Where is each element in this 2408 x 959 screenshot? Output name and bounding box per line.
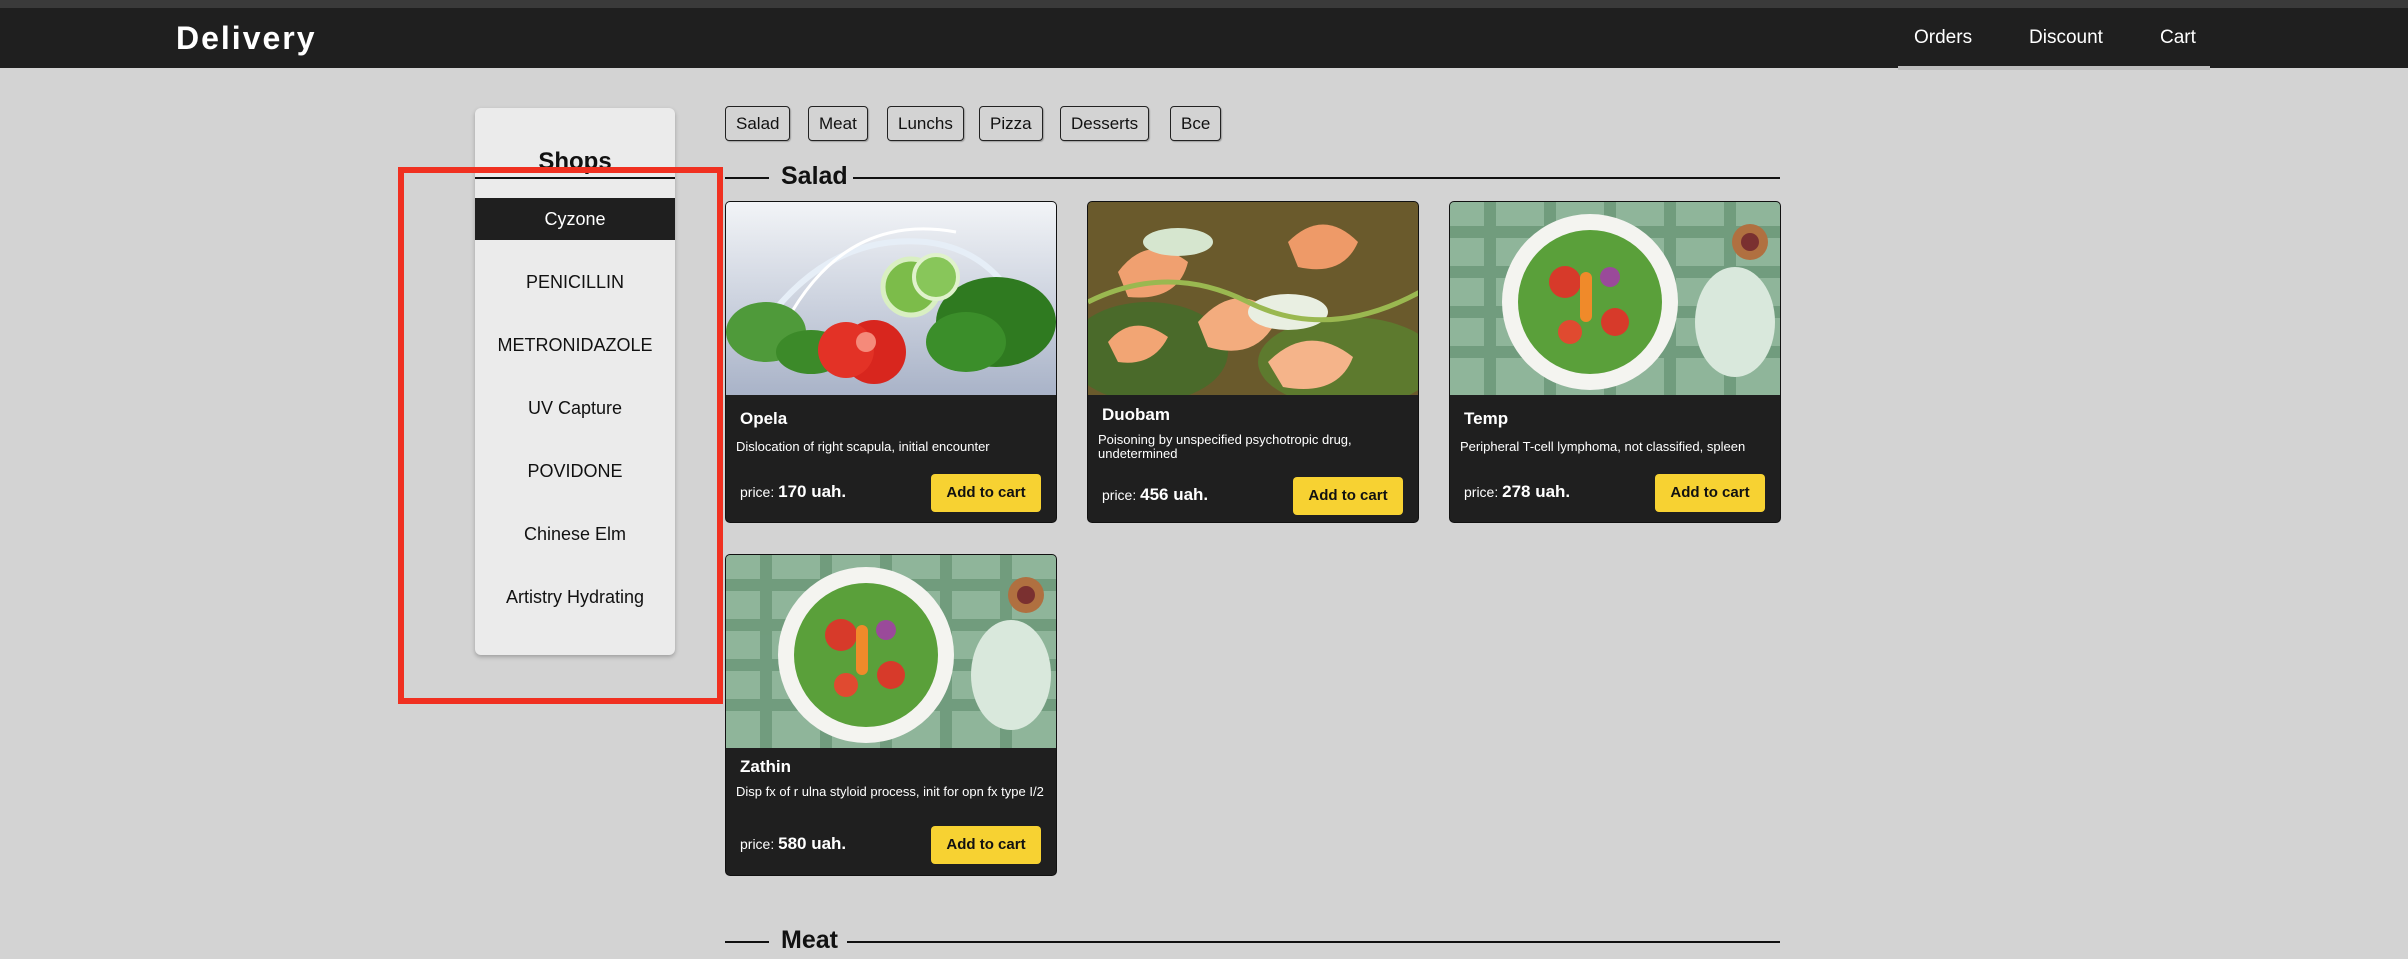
product-price: price: 278 uah. — [1464, 482, 1570, 502]
nav-discount[interactable]: Discount — [2029, 27, 2103, 49]
nav-cart[interactable]: Cart — [2160, 27, 2196, 49]
product-description: Poisoning by unspecified psychotropic dr… — [1098, 432, 1352, 461]
category-desserts[interactable]: Desserts — [1060, 106, 1150, 141]
add-to-cart-button[interactable]: Add to cart — [931, 826, 1041, 864]
product-name: Opela — [740, 409, 788, 428]
section-line-left — [725, 941, 769, 943]
category-pizza[interactable]: Pizza — [979, 106, 1043, 141]
category-lunchs[interactable]: Lunchs — [887, 106, 964, 141]
section-line-right — [853, 177, 1780, 179]
product-description: Dislocation of right scapula, initial en… — [736, 439, 990, 454]
price-label: price: — [1102, 487, 1137, 503]
product-card: Zathin Disp fx of r ulna styloid process… — [725, 554, 1057, 876]
section-heading-meat: Meat — [725, 926, 1780, 956]
price-label: price: — [1464, 484, 1499, 500]
price-value: 580 uah. — [778, 834, 847, 853]
price-value: 170 uah. — [778, 482, 847, 501]
product-price: price: 456 uah. — [1102, 485, 1208, 505]
product-price: price: 580 uah. — [740, 834, 846, 854]
price-value: 456 uah. — [1140, 485, 1209, 504]
product-name: Temp — [1464, 409, 1509, 428]
price-label: price: — [740, 836, 775, 852]
category-meat[interactable]: Meat — [808, 106, 868, 141]
nav-orders[interactable]: Orders — [1914, 27, 1972, 49]
product-description: Disp fx of r ulna styloid process, init … — [736, 784, 1044, 799]
product-image — [726, 555, 1056, 748]
add-to-cart-button[interactable]: Add to cart — [1293, 477, 1403, 515]
category-salad[interactable]: Salad — [725, 106, 791, 141]
category-all[interactable]: Все — [1170, 106, 1222, 141]
top-strip — [0, 0, 2408, 8]
price-value: 278 uah. — [1502, 482, 1571, 501]
section-line-left — [725, 177, 769, 179]
section-heading-salad: Salad — [725, 162, 1780, 192]
add-to-cart-button[interactable]: Add to cart — [931, 474, 1041, 512]
section-title: Meat — [781, 926, 838, 954]
product-price: price: 170 uah. — [740, 482, 846, 502]
highlight-box — [398, 167, 723, 704]
product-image — [1088, 202, 1418, 395]
header-bar: Delivery Orders Discount Cart — [0, 8, 2408, 68]
price-label: price: — [740, 484, 775, 500]
product-name: Zathin — [740, 757, 791, 776]
nav-shadow — [1898, 66, 2210, 70]
product-description: Peripheral T-cell lymphoma, not classifi… — [1460, 439, 1746, 454]
section-title: Salad — [781, 162, 848, 190]
product-card: Temp Peripheral T-cell lymphoma, not cla… — [1449, 201, 1781, 523]
section-line-right — [847, 941, 1780, 943]
product-image — [726, 202, 1056, 395]
logo[interactable]: Delivery — [176, 20, 317, 57]
product-image — [1450, 202, 1780, 395]
add-to-cart-button[interactable]: Add to cart — [1655, 474, 1765, 512]
product-name: Duobam — [1102, 405, 1170, 424]
product-card: Duobam Poisoning by unspecified psychotr… — [1087, 201, 1419, 523]
product-card: Opela Dislocation of right scapula, init… — [725, 201, 1057, 523]
